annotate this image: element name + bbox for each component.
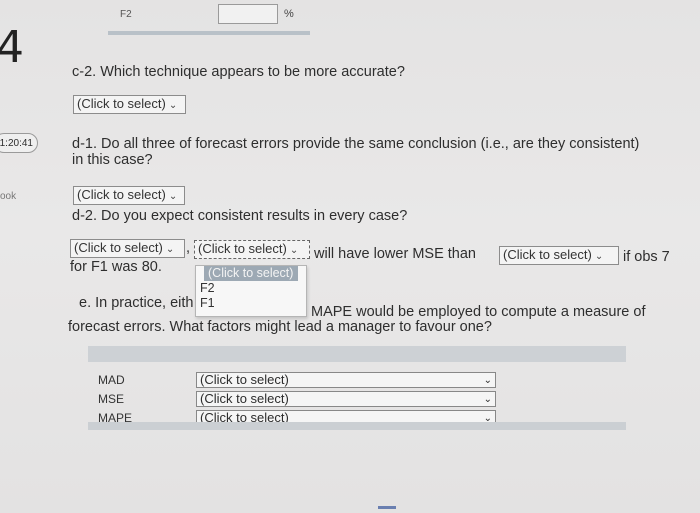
mad-select[interactable]: (Click to select) ⌄ <box>196 371 496 388</box>
dropdown-option-placeholder[interactable]: (Click to select) <box>204 266 298 281</box>
d2-comma: , <box>186 240 191 256</box>
book-label[interactable]: ook <box>0 191 16 202</box>
chevron-down-icon: ⌄ <box>168 191 178 202</box>
dropdown-option-f2[interactable]: F2 <box>196 281 306 296</box>
d2-select-third-label: (Click to select) <box>503 247 592 262</box>
top-input-box[interactable] <box>218 4 278 24</box>
chevron-down-icon: ⌄ <box>168 100 178 111</box>
question-d1-line1: d-1. Do all three of forecast errors pro… <box>72 136 640 152</box>
table-footer-bar <box>88 422 626 430</box>
table-row: MSE (Click to select) ⌄ <box>88 389 626 408</box>
chevron-down-icon: ⌄ <box>483 393 492 405</box>
row-label-mse: MSE <box>98 391 125 406</box>
d2-select-second[interactable]: (Click to select) ⌄ <box>194 240 310 259</box>
d2-mid-text: will have lower MSE than <box>314 246 476 262</box>
d2-select-second-label: (Click to select) <box>198 241 287 256</box>
error-measures-table: MAD (Click to select) ⌄ MSE (Click to sel… <box>88 346 626 427</box>
d2-select-first[interactable]: (Click to select) ⌄ <box>70 239 185 258</box>
d2-line2: for F1 was 80. <box>70 259 162 275</box>
d1-select[interactable]: (Click to select) ⌄ <box>73 186 185 205</box>
mad-select-label: (Click to select) <box>200 371 289 387</box>
question-d2: d-2. Do you expect consistent results in… <box>72 208 408 224</box>
question-e-line1b: MAPE would be employed to compute a meas… <box>311 304 646 320</box>
question-e-line1a: e. In practice, eith <box>79 295 194 311</box>
mse-select-label: (Click to select) <box>200 390 289 406</box>
question-d1-line2: in this case? <box>72 152 153 168</box>
chevron-down-icon: ⌄ <box>289 245 299 256</box>
question-number: 4 <box>0 22 24 73</box>
bottom-indicator <box>378 506 396 509</box>
mse-select[interactable]: (Click to select) ⌄ <box>196 390 496 407</box>
chevron-down-icon: ⌄ <box>594 251 604 262</box>
table-header <box>88 346 626 362</box>
question-c2: c-2. Which technique appears to be more … <box>72 64 405 80</box>
question-e-line2: forecast errors. What factors might lead… <box>68 319 492 335</box>
timer-badge: 1:20:41 <box>0 133 38 153</box>
chevron-down-icon: ⌄ <box>483 374 492 386</box>
d2-select-third[interactable]: (Click to select) ⌄ <box>499 246 619 265</box>
d2-select-first-label: (Click to select) <box>74 240 163 255</box>
dropdown-option-f1[interactable]: F1 <box>196 296 306 311</box>
top-percent-mark: % <box>284 8 294 20</box>
d1-select-label: (Click to select) <box>77 187 166 202</box>
table-row: MAD (Click to select) ⌄ <box>88 370 626 389</box>
row-label-mad: MAD <box>98 372 125 387</box>
c2-select[interactable]: (Click to select) ⌄ <box>73 95 186 114</box>
c2-select-label: (Click to select) <box>77 96 166 111</box>
d2-tail-text: if obs 7 <box>623 249 670 265</box>
timer-text: 1:20:41 <box>0 138 33 149</box>
chevron-down-icon: ⌄ <box>165 244 175 255</box>
top-divider <box>108 31 310 35</box>
dropdown-menu[interactable]: (Click to select) F2 F1 <box>195 265 307 317</box>
top-f2-label: F2 <box>120 9 132 20</box>
